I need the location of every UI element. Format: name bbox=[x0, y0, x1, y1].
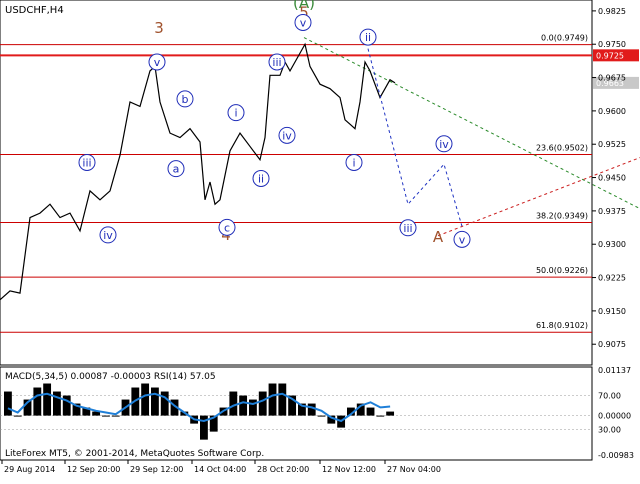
wave-circle-label: iii bbox=[272, 56, 281, 69]
macd-bar bbox=[141, 383, 150, 416]
level-label: 23.6(0.9502) bbox=[536, 143, 588, 152]
level-price-tag-text: 0.9725 bbox=[596, 51, 624, 60]
rsi-tick-label: 30.00 bbox=[598, 426, 621, 435]
wave-circle-label: iv bbox=[439, 138, 449, 151]
wave-circle-label: a bbox=[173, 163, 180, 176]
x-tick-label: 14 Oct 04:00 bbox=[194, 465, 246, 474]
y-tick-label: 0.9450 bbox=[598, 174, 626, 183]
macd-bar bbox=[258, 391, 267, 416]
x-tick-label: 28 Oct 20:00 bbox=[257, 465, 309, 474]
chart: 0.9725 0.0(0.9749) 23.6(0.9502) 38.2(0.9349… bbox=[0, 0, 640, 480]
macd-bar bbox=[278, 383, 287, 416]
rsi-tick-label: 70.00 bbox=[598, 392, 621, 401]
wave-label: A bbox=[433, 228, 444, 246]
level-label: 38.2(0.9349) bbox=[536, 211, 588, 220]
macd-bar bbox=[33, 387, 42, 416]
y-tick-label: 0.9225 bbox=[598, 274, 626, 283]
macd-bar bbox=[386, 411, 395, 416]
macd-bar bbox=[307, 403, 316, 416]
macd-bar bbox=[268, 383, 277, 416]
copyright-label: LiteForex MT5, © 2001-2014, MetaQuotes S… bbox=[5, 449, 264, 459]
macd-bar bbox=[43, 383, 52, 416]
macd-bar bbox=[151, 387, 159, 416]
x-tick-label: 12 Nov 12:00 bbox=[322, 465, 376, 474]
wave-circle-label: v bbox=[459, 233, 466, 246]
y-tick-label: 0.9600 bbox=[598, 107, 626, 116]
x-tick-label: 29 Aug 2014 bbox=[4, 465, 55, 474]
y-tick-label: 0.9375 bbox=[598, 207, 626, 216]
macd-bar bbox=[229, 391, 238, 416]
macd-bar bbox=[317, 415, 326, 417]
indicator-label: MACD(5,34,5) 0.00087 -0.00003 RSI(14) 57… bbox=[5, 372, 216, 382]
wave-label: (A) bbox=[293, 0, 315, 12]
macd-tick-label: 0.00000 bbox=[598, 412, 631, 421]
macd-bar bbox=[53, 391, 61, 416]
level-label: 61.8(0.9102) bbox=[536, 321, 588, 330]
x-tick-label: 29 Sep 12:00 bbox=[130, 465, 183, 474]
y-tick-label: 0.9750 bbox=[598, 40, 626, 49]
macd-tick-label: -0.00983 bbox=[598, 451, 634, 460]
wave-circle-label: v bbox=[300, 16, 307, 29]
wave-circle-label: iii bbox=[82, 156, 91, 169]
wave-circle-label: v bbox=[154, 56, 161, 69]
wave-circle-label: iv bbox=[103, 229, 113, 242]
wave-circle-label: b bbox=[182, 93, 189, 106]
y-tick-label: 0.9825 bbox=[598, 7, 626, 16]
macd-bar bbox=[366, 407, 375, 416]
macd-bar bbox=[13, 415, 22, 417]
symbol-label: USDCHF,H4 bbox=[5, 5, 64, 16]
macd-bar bbox=[239, 395, 248, 416]
macd-bar bbox=[249, 399, 257, 416]
wave-circle-label: iv bbox=[282, 129, 292, 142]
macd-tick-label: 0.01137 bbox=[598, 366, 631, 375]
wave-circle-label: i bbox=[234, 107, 237, 120]
macd-bar bbox=[160, 391, 169, 416]
macd-bar bbox=[376, 415, 385, 417]
macd-bar bbox=[62, 395, 71, 416]
level-label: 0.0(0.9749) bbox=[541, 34, 588, 43]
wave-circle-label: i bbox=[352, 156, 355, 169]
macd-bar bbox=[102, 415, 110, 417]
x-tick-label: 27 Nov 04:00 bbox=[387, 465, 441, 474]
time-axis: 29 Aug 2014 12 Sep 20:00 29 Sep 12:00 14 Oc… bbox=[1, 460, 441, 474]
y-tick-label: 0.9075 bbox=[598, 340, 626, 349]
y-tick-label: 0.9525 bbox=[598, 140, 626, 149]
x-tick-label: 12 Sep 20:00 bbox=[67, 465, 120, 474]
y-tick-label: 0.9300 bbox=[598, 240, 626, 249]
level-label: 50.0(0.9226) bbox=[536, 266, 588, 275]
wave-label: 3 bbox=[154, 19, 164, 37]
y-tick-label: 0.9675 bbox=[598, 74, 626, 83]
wave-circle-label: ii bbox=[258, 172, 264, 185]
wave-circle-label: iii bbox=[403, 222, 412, 235]
wave-circle-label: ii bbox=[365, 31, 371, 44]
macd-bar bbox=[111, 415, 120, 417]
y-tick-label: 0.9150 bbox=[598, 307, 626, 316]
macd-bar bbox=[4, 391, 12, 416]
wave-circle-label: c bbox=[224, 221, 230, 234]
